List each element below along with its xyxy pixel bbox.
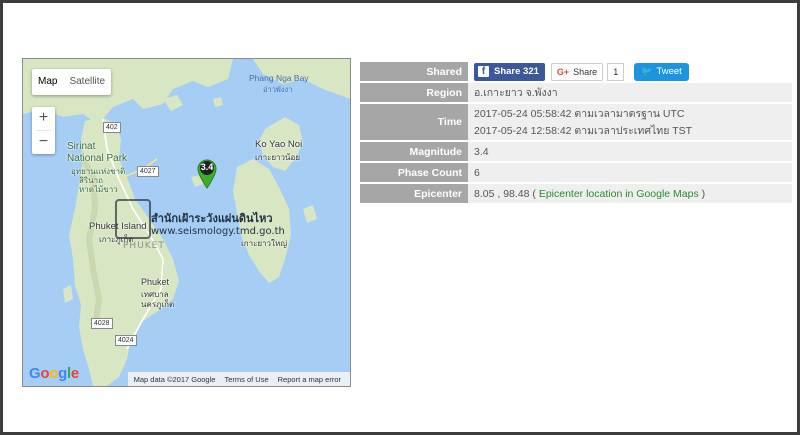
- road-shield-402: 402: [103, 122, 121, 133]
- tweet-button[interactable]: 🐦 Tweet: [634, 62, 689, 81]
- label-phuket-city-th-2: นครภูเก็ต: [141, 300, 175, 309]
- marker-magnitude: 3.4: [200, 162, 214, 172]
- region-value: อ.เกาะยาว จ.พังงา: [468, 83, 792, 102]
- time-value: 2017-05-24 05:58:42 ตามเวลามาตรฐาน UTC 2…: [468, 104, 792, 140]
- road-shield-4027: 4027: [137, 166, 159, 177]
- label-sirinat: Sirinat: [67, 141, 96, 152]
- terms-of-use-link[interactable]: Terms of Use: [224, 375, 268, 384]
- label-phang-nga-bay-th: อ่าวพังงา: [263, 85, 293, 94]
- shared-label: Shared: [360, 62, 468, 81]
- label-ko-yao-noi: Ko Yao Noi: [255, 139, 303, 150]
- google-plus-share-label: Share: [573, 66, 598, 77]
- zoom-out-button[interactable]: −: [32, 131, 55, 154]
- epicenter-coords: 8.05 , 98.48: [474, 187, 530, 200]
- row-epicenter: Epicenter 8.05 , 98.48 ( Epicenter locat…: [360, 184, 792, 203]
- watermark-url: www.seismology.tmd.go.th: [151, 226, 285, 237]
- row-time: Time 2017-05-24 05:58:42 ตามเวลามาตรฐาน …: [360, 104, 792, 140]
- facebook-share-button[interactable]: f Share 321: [474, 62, 545, 81]
- label-national-park: National Park: [67, 153, 128, 164]
- share-buttons: f Share 321 G+ Share 1 🐦 Tweet: [468, 62, 792, 81]
- phase-count-value: 6: [468, 163, 792, 182]
- zoom-in-button[interactable]: +: [32, 107, 55, 130]
- google-plus-count: 1: [607, 62, 625, 81]
- facebook-share-label: Share 321: [494, 66, 539, 77]
- row-magnitude: Magnitude 3.4: [360, 142, 792, 161]
- google-plus-share-button[interactable]: G+ Share: [550, 62, 604, 81]
- phase-count-label: Phase Count: [360, 163, 468, 182]
- magnitude-value: 3.4: [468, 142, 792, 161]
- epicenter-google-maps-link[interactable]: Epicenter location in Google Maps: [539, 188, 699, 200]
- epicenter-label: Epicenter: [360, 184, 468, 203]
- time-label: Time: [360, 104, 468, 140]
- label-ko-yao-yai-th: เกาะยาวใหญ่: [241, 239, 288, 248]
- epicenter-paren-open: (: [532, 187, 536, 200]
- label-phuket-city: Phuket: [141, 277, 170, 287]
- earthquake-info-table: Shared f Share 321 G+ Share 1 🐦 Tweet Region อ…: [360, 60, 792, 205]
- label-ko-yao-noi-th: เกาะยาวน้อย: [255, 153, 300, 162]
- label-phang-nga-bay: Phang Nga Bay: [249, 73, 309, 83]
- watermark-logo: [115, 199, 151, 239]
- magnitude-label: Magnitude: [360, 142, 468, 161]
- epicenter-marker[interactable]: 3.4: [197, 159, 217, 189]
- report-map-error-link[interactable]: Report a map error: [278, 375, 341, 384]
- epicenter-value: 8.05 , 98.48 ( Epicenter location in Goo…: [468, 184, 792, 203]
- epicenter-map[interactable]: Phang Nga Bay อ่าวพังงา Sirinat National…: [22, 58, 351, 387]
- map-data-credit: Map data ©2017 Google: [133, 374, 216, 384]
- zoom-control: + −: [32, 107, 55, 154]
- map-type-satellite-button[interactable]: Satellite: [63, 69, 111, 95]
- tweet-label: Tweet: [656, 66, 682, 77]
- page-frame: Phang Nga Bay อ่าวพังงา Sirinat National…: [0, 0, 800, 435]
- road-shield-4024: 4024: [115, 335, 137, 346]
- region-label: Region: [360, 83, 468, 102]
- time-utc: 2017-05-24 05:58:42 ตามเวลามาตรฐาน UTC: [474, 108, 685, 120]
- row-region: Region อ.เกาะยาว จ.พังงา: [360, 83, 792, 102]
- row-phase-count: Phase Count 6: [360, 163, 792, 182]
- watermark-title: สำนักเฝ้าระวังแผ่นดินไหว: [151, 212, 273, 225]
- twitter-bird-icon: 🐦: [641, 66, 653, 76]
- row-shared: Shared f Share 321 G+ Share 1 🐦 Tweet: [360, 62, 792, 81]
- google-logo[interactable]: Google: [29, 365, 79, 382]
- watermark-sub: PHUKET: [123, 241, 165, 251]
- map-type-control: Map Satellite: [32, 69, 112, 95]
- road-shield-4028: 4028: [91, 318, 113, 329]
- facebook-icon: f: [478, 66, 489, 77]
- map-attribution: Map data ©2017 Google Terms of Use Repor…: [127, 372, 350, 386]
- google-plus-icon: G+: [556, 66, 570, 77]
- label-sirinat-th-3: หาดไม้ขาว: [79, 185, 118, 194]
- map-type-map-button[interactable]: Map: [32, 69, 63, 95]
- time-local: 2017-05-24 12:58:42 ตามเวลาประเทศไทย TST: [474, 125, 693, 137]
- epicenter-paren-close: ): [701, 187, 706, 200]
